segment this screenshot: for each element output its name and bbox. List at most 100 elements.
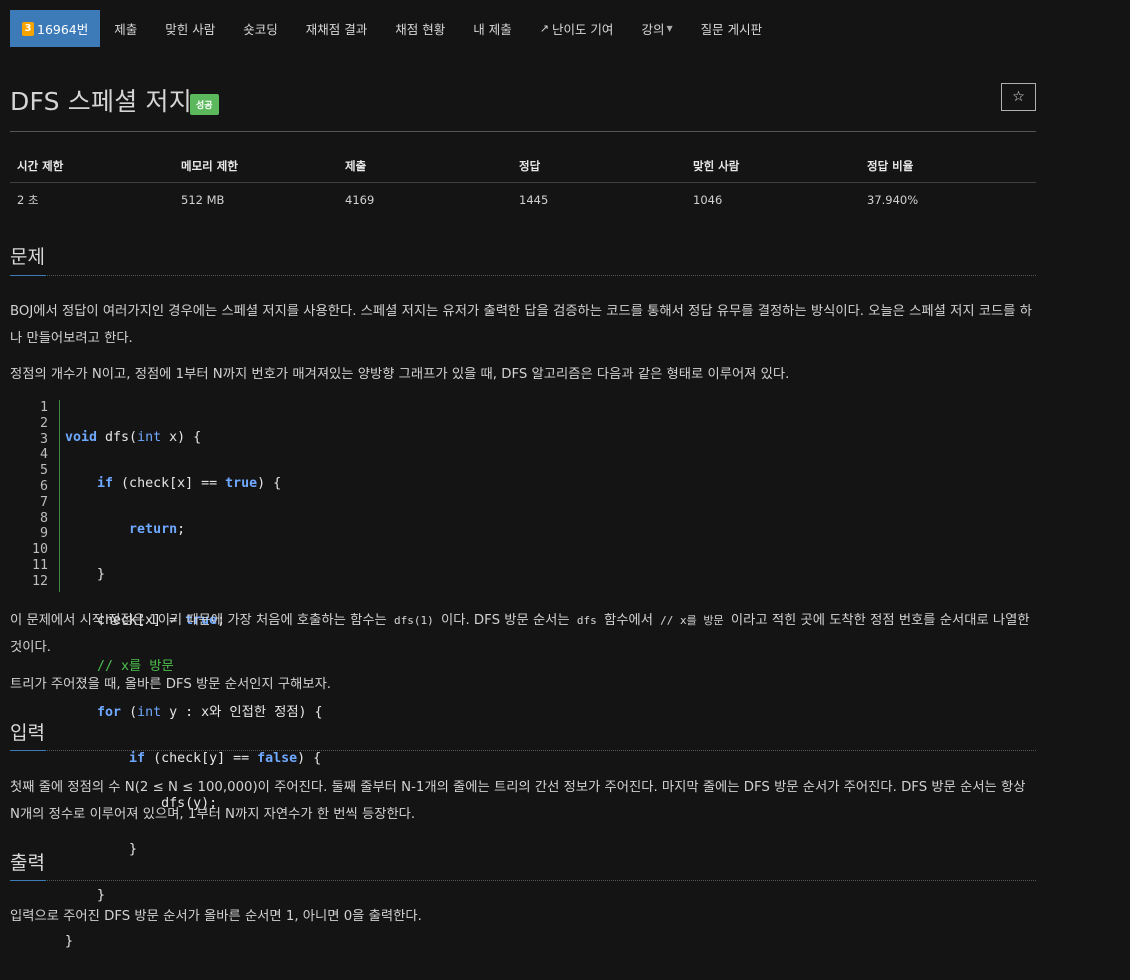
problem-nav: 3 16964번 제출 맞힌 사람 숏코딩 재채점 결과 채점 현황 내 제출 … bbox=[10, 10, 776, 47]
inline-code-dfs: dfs bbox=[576, 614, 597, 627]
solved-users-value: 1046 bbox=[693, 193, 723, 207]
star-icon: ☆ bbox=[1012, 89, 1025, 105]
nav-question-board[interactable]: 질문 게시판 bbox=[687, 10, 776, 47]
code-line: } bbox=[65, 567, 106, 583]
code-keyword: if bbox=[97, 475, 114, 491]
nav-my-submissions[interactable]: 내 제출 bbox=[459, 10, 525, 47]
accuracy-value: 37.940% bbox=[867, 193, 919, 207]
output-heading-accent bbox=[10, 880, 46, 881]
code-text: (check[y] == bbox=[145, 750, 258, 766]
code-text: (check[x] == bbox=[113, 475, 226, 491]
nav-judge-status[interactable]: 채점 현황 bbox=[381, 10, 459, 47]
output-heading-divider bbox=[10, 880, 1036, 881]
input-description: 첫째 줄에 정점의 수 N(2 ≤ N ≤ 100,000)이 주어진다. 둘째… bbox=[10, 780, 1026, 822]
output-heading: 출력 bbox=[10, 852, 45, 874]
line-numbers: 1 2 3 4 5 6 7 8 9 10 11 12 bbox=[10, 400, 48, 590]
line-number: 5 bbox=[39, 463, 48, 479]
description-paragraph-1: BOJ에서 정답이 여러가지인 경우에는 스페셜 저지를 사용한다. 스페셜 저… bbox=[10, 304, 1032, 346]
code-text: x) { bbox=[161, 430, 202, 445]
description-paragraph-3: 이 문제에서 시작 정점은 1이기 때문에 가장 처음에 호출하는 함수는 df… bbox=[10, 607, 1036, 661]
code-text: y : x와 인접한 정점) { bbox=[161, 704, 323, 720]
header-time-limit: 시간 제한 bbox=[10, 150, 174, 183]
line-number: 1 bbox=[39, 400, 48, 415]
accepted-value: 1445 bbox=[519, 193, 549, 207]
code-line: return; bbox=[65, 522, 323, 538]
lectures-label: 강의 bbox=[641, 22, 665, 37]
nav-lectures-dropdown[interactable]: 강의 ▼ bbox=[627, 10, 686, 47]
code-text: dfs( bbox=[97, 430, 138, 445]
code-line: for (int y : x와 인접한 정점) { bbox=[65, 705, 323, 721]
output-description: 입력으로 주어진 DFS 방문 순서가 올바른 순서면 1, 아니면 0을 출력… bbox=[10, 909, 422, 924]
title-divider bbox=[10, 131, 1036, 132]
code-keyword: void bbox=[65, 430, 98, 445]
description-paragraph-4: 트리가 주어졌을 때, 올바른 DFS 방문 순서인지 구해보자. bbox=[10, 677, 332, 692]
code-keyword: if bbox=[129, 750, 146, 766]
p3-text-b: 이다. DFS 방문 순서는 bbox=[441, 613, 570, 628]
code-text: ; bbox=[177, 521, 186, 537]
table-header-row: 시간 제한 메모리 제한 제출 정답 맞힌 사람 정답 비율 bbox=[10, 150, 1036, 183]
code-block: 1 2 3 4 5 6 7 8 9 10 11 12 void dfs(int … bbox=[10, 400, 1036, 949]
inline-code-comment: // x를 방문 bbox=[660, 614, 724, 627]
line-number: 11 bbox=[31, 557, 48, 573]
nav-problem-number[interactable]: 3 16964번 bbox=[10, 10, 101, 47]
code-text: ) { bbox=[257, 475, 282, 491]
code-line: if (check[x] == true) { bbox=[65, 476, 323, 492]
inline-code-dfs1: dfs(1) bbox=[394, 614, 434, 627]
line-number: 12 bbox=[31, 573, 48, 589]
line-number: 7 bbox=[39, 494, 48, 510]
code-type: int bbox=[137, 704, 162, 720]
page: 3 16964번 제출 맞힌 사람 숏코딩 재채점 결과 채점 현황 내 제출 … bbox=[0, 0, 1130, 949]
code-literal: false bbox=[257, 750, 298, 766]
problem-number-label: 16964번 bbox=[37, 22, 89, 37]
header-submissions: 제출 bbox=[338, 150, 512, 183]
nav-solved-users[interactable]: 맞힌 사람 bbox=[151, 10, 229, 47]
code-gutter-line bbox=[59, 400, 60, 592]
star-button[interactable]: ☆ bbox=[1001, 83, 1036, 111]
problem-heading: 문제 bbox=[10, 246, 45, 268]
p3-text-c: 함수에서 bbox=[604, 613, 653, 628]
code-literal: true bbox=[225, 475, 258, 491]
status-badge: 성공 bbox=[190, 94, 219, 115]
title-row: DFS 스페셜 저지 성공 ☆ bbox=[10, 82, 1036, 122]
header-memory-limit: 메모리 제한 bbox=[174, 150, 338, 183]
header-accuracy: 정답 비율 bbox=[860, 150, 1036, 183]
code-text: ( bbox=[121, 704, 138, 720]
input-heading: 입력 bbox=[10, 722, 45, 744]
problem-heading-accent bbox=[10, 275, 46, 276]
line-number: 8 bbox=[39, 510, 48, 526]
code-line: } bbox=[65, 933, 74, 949]
table-row: 2 초 512 MB 4169 1445 1046 37.940% bbox=[10, 183, 1036, 218]
nav-difficulty-contribution[interactable]: ↗ 난이도 기여 bbox=[526, 10, 628, 47]
code-keyword: for bbox=[97, 704, 122, 720]
external-link-icon: ↗ bbox=[539, 22, 549, 35]
code-keyword: return bbox=[129, 521, 178, 537]
tier-badge: 3 bbox=[22, 21, 34, 36]
code-text: ) { bbox=[297, 750, 322, 766]
difficulty-contribution-label: 난이도 기여 bbox=[551, 22, 614, 37]
header-solved-users: 맞힌 사람 bbox=[686, 150, 860, 183]
description-paragraph-2: 정점의 개수가 N이고, 정점에 1부터 N까지 번호가 매겨져있는 양방향 그… bbox=[10, 367, 790, 382]
problem-title: DFS 스페셜 저지 bbox=[10, 87, 192, 116]
code-line: } bbox=[65, 887, 106, 903]
problem-heading-divider bbox=[10, 275, 1036, 276]
time-limit-value: 2 초 bbox=[17, 193, 39, 207]
code-line: void dfs(int x) { bbox=[65, 430, 323, 446]
nav-submit[interactable]: 제출 bbox=[100, 10, 151, 47]
line-number: 2 bbox=[39, 415, 48, 431]
code-line: } bbox=[65, 842, 138, 858]
problem-info-table: 시간 제한 메모리 제한 제출 정답 맞힌 사람 정답 비율 2 초 512 M… bbox=[10, 150, 1036, 217]
code-line: if (check[y] == false) { bbox=[65, 751, 323, 767]
input-heading-divider bbox=[10, 750, 1036, 751]
input-heading-accent bbox=[10, 750, 46, 751]
p3-text-a: 이 문제에서 시작 정점은 1이기 때문에 가장 처음에 호출하는 함수는 bbox=[10, 613, 387, 628]
caret-down-icon: ▼ bbox=[666, 24, 673, 33]
nav-rejudge-results[interactable]: 재채점 결과 bbox=[292, 10, 381, 47]
line-number: 9 bbox=[39, 526, 48, 542]
line-number: 6 bbox=[39, 478, 48, 494]
nav-short-coding[interactable]: 숏코딩 bbox=[229, 10, 292, 47]
code-type: int bbox=[137, 430, 162, 445]
